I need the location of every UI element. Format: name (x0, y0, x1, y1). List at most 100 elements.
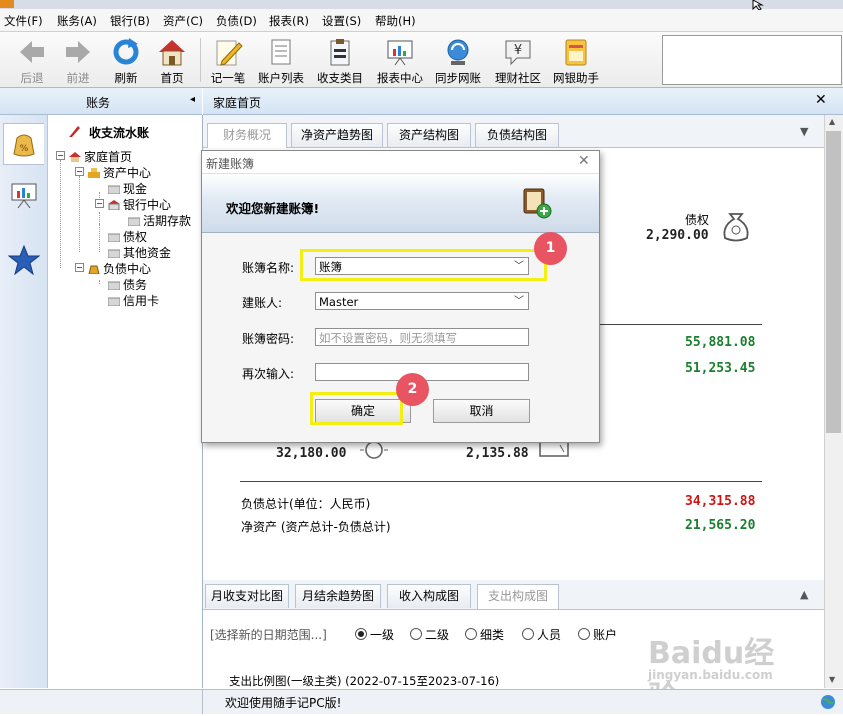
scroll-up-icon[interactable]: ▲ (829, 117, 835, 126)
svg-text:%: % (20, 144, 29, 154)
menu-bank[interactable]: 银行(B) (110, 13, 150, 29)
expand-toggle[interactable]: − (56, 151, 65, 160)
owner-label: 建账人: (242, 296, 283, 310)
forward-button[interactable]: 前进 (56, 34, 100, 86)
expand-toggle[interactable]: − (95, 199, 104, 208)
scrollbar-thumb[interactable] (826, 131, 841, 433)
refresh-button[interactable]: 刷新 (104, 34, 148, 86)
net-assets-label: 净资产 (资产总计-负债总计) (241, 520, 391, 534)
close-icon[interactable]: ✕ (578, 153, 590, 169)
back-button[interactable]: 后退 (10, 34, 54, 86)
tree-item-liabilities[interactable]: 负债中心 (88, 260, 151, 277)
folder-icon (108, 297, 120, 306)
collapse-arrow-icon[interactable]: ◂ (190, 94, 195, 105)
liability-total-value: 34,315.88 (685, 494, 756, 509)
chevron-down-icon[interactable]: ﹀ (514, 293, 524, 311)
cancel-button[interactable]: 取消 (433, 399, 530, 423)
liability-total-label: 负债总计(单位：人民币) (241, 497, 371, 511)
ledger-nav-tab[interactable]: % (3, 123, 44, 165)
sync-button[interactable]: 同步网账 (430, 34, 486, 86)
toolbar-separator (200, 38, 201, 82)
tab-net-asset-trend[interactable]: 净资产趋势图 (291, 123, 383, 147)
password-input[interactable]: 如不设置密码，则无须填写 (315, 328, 529, 346)
highlight-box-ok (310, 392, 403, 425)
bank-card-icon (565, 39, 587, 66)
tab-financial-overview[interactable]: 财务概况 (207, 123, 287, 148)
tree-item-credit-card[interactable]: 信用卡 (108, 292, 159, 309)
menu-accounting[interactable]: 账务(A) (57, 13, 97, 29)
main-panel-title: 家庭首页 (213, 96, 262, 110)
date-range-link[interactable]: [选择新的日期范围...] (210, 626, 327, 643)
refresh-icon (113, 38, 139, 65)
star-icon[interactable] (8, 245, 40, 275)
search-input[interactable] (662, 35, 842, 85)
presentation-chart-icon (387, 40, 413, 66)
radio-level-2[interactable]: 二级 (410, 626, 449, 643)
radio-dot (410, 628, 422, 640)
globe-icon[interactable] (820, 694, 836, 710)
baidu-watermark: Baidu经验 jingyan.baidu.com (648, 636, 775, 715)
tree-item-bank[interactable]: 银行中心 (108, 196, 171, 213)
menu-help[interactable]: 帮助(H) (375, 13, 416, 29)
tab-expense-composition[interactable]: 支出构成图 (477, 584, 559, 609)
tree-item-debt[interactable]: 债务 (108, 276, 147, 293)
expand-toggle[interactable]: − (75, 167, 84, 176)
tree-item-credit[interactable]: 债权 (108, 228, 147, 245)
home-button[interactable]: 首页 (150, 34, 194, 86)
menu-settings[interactable]: 设置(S) (322, 13, 361, 29)
radio-account[interactable]: 账户 (578, 626, 617, 643)
folder-icon (108, 281, 120, 290)
tree-title: 收支流水账 (89, 126, 150, 140)
tree-item-deposit[interactable]: 活期存款 (128, 212, 191, 229)
tree-item-other-funds[interactable]: 其他资金 (108, 244, 171, 261)
close-icon[interactable]: ✕ (815, 92, 827, 108)
back-arrow-icon (20, 41, 44, 63)
record-button[interactable]: 记一笔 (206, 34, 250, 86)
radio-subcategory[interactable]: 细类 (465, 626, 504, 643)
categories-button[interactable]: 收支类目 (312, 34, 368, 86)
collapse-up-icon[interactable]: ▲ (800, 588, 808, 601)
menu-liabilities[interactable]: 负债(D) (216, 13, 257, 29)
community-button[interactable]: ¥ 理财社区 (490, 34, 546, 86)
bank-building-icon (108, 200, 120, 210)
satellite-dish-icon (447, 39, 469, 65)
menu-file[interactable]: 文件(F) (4, 13, 43, 29)
report-center-button[interactable]: 报表中心 (372, 34, 428, 86)
owner-select[interactable]: Master ﹀ (315, 292, 529, 310)
dialog-banner: 欢迎您新建账簿! (202, 174, 599, 233)
menu-assets[interactable]: 资产(C) (163, 13, 203, 29)
status-text: 欢迎使用随手记PC版! (225, 696, 342, 710)
tab-balance-trend[interactable]: 月结余趋势图 (295, 584, 381, 608)
house-icon (159, 40, 185, 66)
tab-monthly-compare[interactable]: 月收支对比图 (205, 584, 289, 608)
folder-icon (128, 217, 140, 226)
scroll-down-icon[interactable]: ▼ (829, 675, 835, 684)
report-board-icon[interactable] (9, 181, 39, 209)
pencil-icon (69, 126, 80, 137)
menu-reports[interactable]: 报表(R) (269, 13, 309, 29)
tree-item-home[interactable]: 家庭首页 (69, 148, 132, 165)
mouse-cursor-icon (752, 0, 764, 10)
net-assets-value: 21,565.20 (685, 518, 756, 533)
tree-item-cash[interactable]: 现金 (108, 180, 147, 197)
tab-liability-structure[interactable]: 负债结构图 (475, 123, 559, 147)
svg-text:¥: ¥ (514, 43, 522, 58)
bank-assistant-button[interactable]: 网银助手 (548, 34, 604, 86)
tab-asset-structure[interactable]: 资产结构图 (387, 123, 471, 147)
radio-level-1[interactable]: 一级 (355, 626, 394, 643)
account-list-button[interactable]: 账户列表 (254, 34, 308, 86)
tab-income-composition[interactable]: 收入构成图 (387, 584, 471, 608)
folder-icon (108, 233, 120, 242)
divider (240, 481, 762, 482)
step-badge-2: 2 (396, 373, 429, 406)
dialog-welcome: 欢迎您新建账簿! (226, 201, 320, 216)
expand-toggle[interactable]: − (75, 263, 84, 272)
tree-item-assets[interactable]: 资产中心 (88, 164, 151, 181)
status-bar: 欢迎使用随手记PC版! (0, 689, 843, 714)
left-icon-strip: % (0, 115, 48, 688)
document-list-icon (271, 39, 291, 65)
folder-icon (108, 185, 120, 194)
password-label: 账簿密码: (242, 332, 295, 346)
tabs-dropdown-icon[interactable]: ▼ (800, 125, 808, 138)
radio-member[interactable]: 人员 (522, 626, 561, 643)
